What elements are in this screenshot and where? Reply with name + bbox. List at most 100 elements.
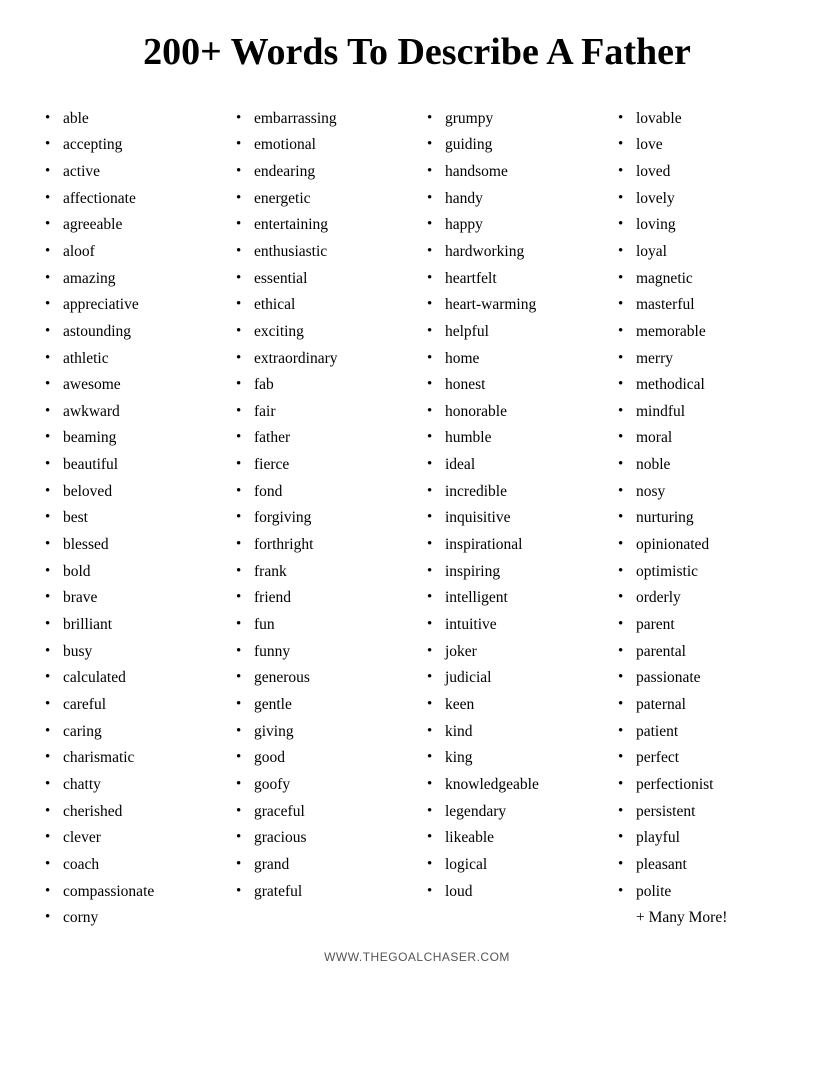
list-item: king (427, 745, 598, 772)
list-item: polite (618, 879, 789, 906)
list-item: awesome (45, 372, 216, 399)
list-item: aloof (45, 239, 216, 266)
list-item: loved (618, 159, 789, 186)
list-item: masterful (618, 292, 789, 319)
list-item: giving (236, 719, 407, 746)
list-item: athletic (45, 346, 216, 373)
list-item: guiding (427, 132, 598, 159)
list-item: gracious (236, 825, 407, 852)
list-item: nosy (618, 479, 789, 506)
list-item: likeable (427, 825, 598, 852)
list-item: frank (236, 559, 407, 586)
list-item: ethical (236, 292, 407, 319)
list-item: calculated (45, 665, 216, 692)
list-item: forgiving (236, 505, 407, 532)
list-item: chatty (45, 772, 216, 799)
word-list-2: embarrassingemotionalendearingenergetice… (236, 106, 407, 906)
column-4: lovablelovelovedlovelylovingloyalmagneti… (613, 106, 794, 932)
list-item: methodical (618, 372, 789, 399)
list-item: loud (427, 879, 598, 906)
list-item: fair (236, 399, 407, 426)
list-item: funny (236, 639, 407, 666)
list-item: caring (45, 719, 216, 746)
list-item: fond (236, 479, 407, 506)
list-item: handy (427, 186, 598, 213)
more-note: + Many More! (618, 905, 789, 932)
list-item: mindful (618, 399, 789, 426)
list-item: affectionate (45, 186, 216, 213)
list-item: coach (45, 852, 216, 879)
list-item: knowledgeable (427, 772, 598, 799)
list-item: energetic (236, 186, 407, 213)
list-item: busy (45, 639, 216, 666)
column-3: grumpyguidinghandsomehandyhappyhardworki… (422, 106, 603, 932)
list-item: essential (236, 266, 407, 293)
list-item: enthusiastic (236, 239, 407, 266)
list-item: agreeable (45, 212, 216, 239)
list-item: parental (618, 639, 789, 666)
list-item: persistent (618, 799, 789, 826)
list-item: embarrassing (236, 106, 407, 133)
list-item: loving (618, 212, 789, 239)
list-item: father (236, 425, 407, 452)
list-item: legendary (427, 799, 598, 826)
list-item: gentle (236, 692, 407, 719)
list-item: cherished (45, 799, 216, 826)
list-item: ideal (427, 452, 598, 479)
list-item: entertaining (236, 212, 407, 239)
list-item: loyal (618, 239, 789, 266)
list-item: active (45, 159, 216, 186)
list-item: friend (236, 585, 407, 612)
list-item: merry (618, 346, 789, 373)
list-item: parent (618, 612, 789, 639)
list-item: generous (236, 665, 407, 692)
list-item: inspiring (427, 559, 598, 586)
list-item: appreciative (45, 292, 216, 319)
list-item: heartfelt (427, 266, 598, 293)
list-item: exciting (236, 319, 407, 346)
list-item: moral (618, 425, 789, 452)
list-item: fun (236, 612, 407, 639)
list-item: perfect (618, 745, 789, 772)
list-item: grateful (236, 879, 407, 906)
list-item: inquisitive (427, 505, 598, 532)
word-list-3: grumpyguidinghandsomehandyhappyhardworki… (427, 106, 598, 906)
list-item: compassionate (45, 879, 216, 906)
list-item: honest (427, 372, 598, 399)
list-item: lovely (618, 186, 789, 213)
list-item: helpful (427, 319, 598, 346)
list-item: humble (427, 425, 598, 452)
list-item: judicial (427, 665, 598, 692)
word-columns: ableacceptingactiveaffectionateagreeable… (40, 106, 794, 932)
list-item: bold (45, 559, 216, 586)
list-item: opinionated (618, 532, 789, 559)
list-item: beautiful (45, 452, 216, 479)
list-item: magnetic (618, 266, 789, 293)
list-item: blessed (45, 532, 216, 559)
list-item: nurturing (618, 505, 789, 532)
list-item: intelligent (427, 585, 598, 612)
list-item: heart-warming (427, 292, 598, 319)
list-item: forthright (236, 532, 407, 559)
list-item: brave (45, 585, 216, 612)
list-item: astounding (45, 319, 216, 346)
list-item: optimistic (618, 559, 789, 586)
list-item: beloved (45, 479, 216, 506)
list-item: good (236, 745, 407, 772)
list-item: passionate (618, 665, 789, 692)
list-item: logical (427, 852, 598, 879)
list-item: patient (618, 719, 789, 746)
list-item: fab (236, 372, 407, 399)
list-item: grumpy (427, 106, 598, 133)
list-item: playful (618, 825, 789, 852)
list-item: love (618, 132, 789, 159)
footer-url: WWW.THEGOALCHASER.COM (40, 950, 794, 964)
list-item: brilliant (45, 612, 216, 639)
list-item: hardworking (427, 239, 598, 266)
list-item: inspirational (427, 532, 598, 559)
list-item: emotional (236, 132, 407, 159)
column-1: ableacceptingactiveaffectionateagreeable… (40, 106, 221, 932)
list-item: home (427, 346, 598, 373)
list-item: grand (236, 852, 407, 879)
list-item: fierce (236, 452, 407, 479)
